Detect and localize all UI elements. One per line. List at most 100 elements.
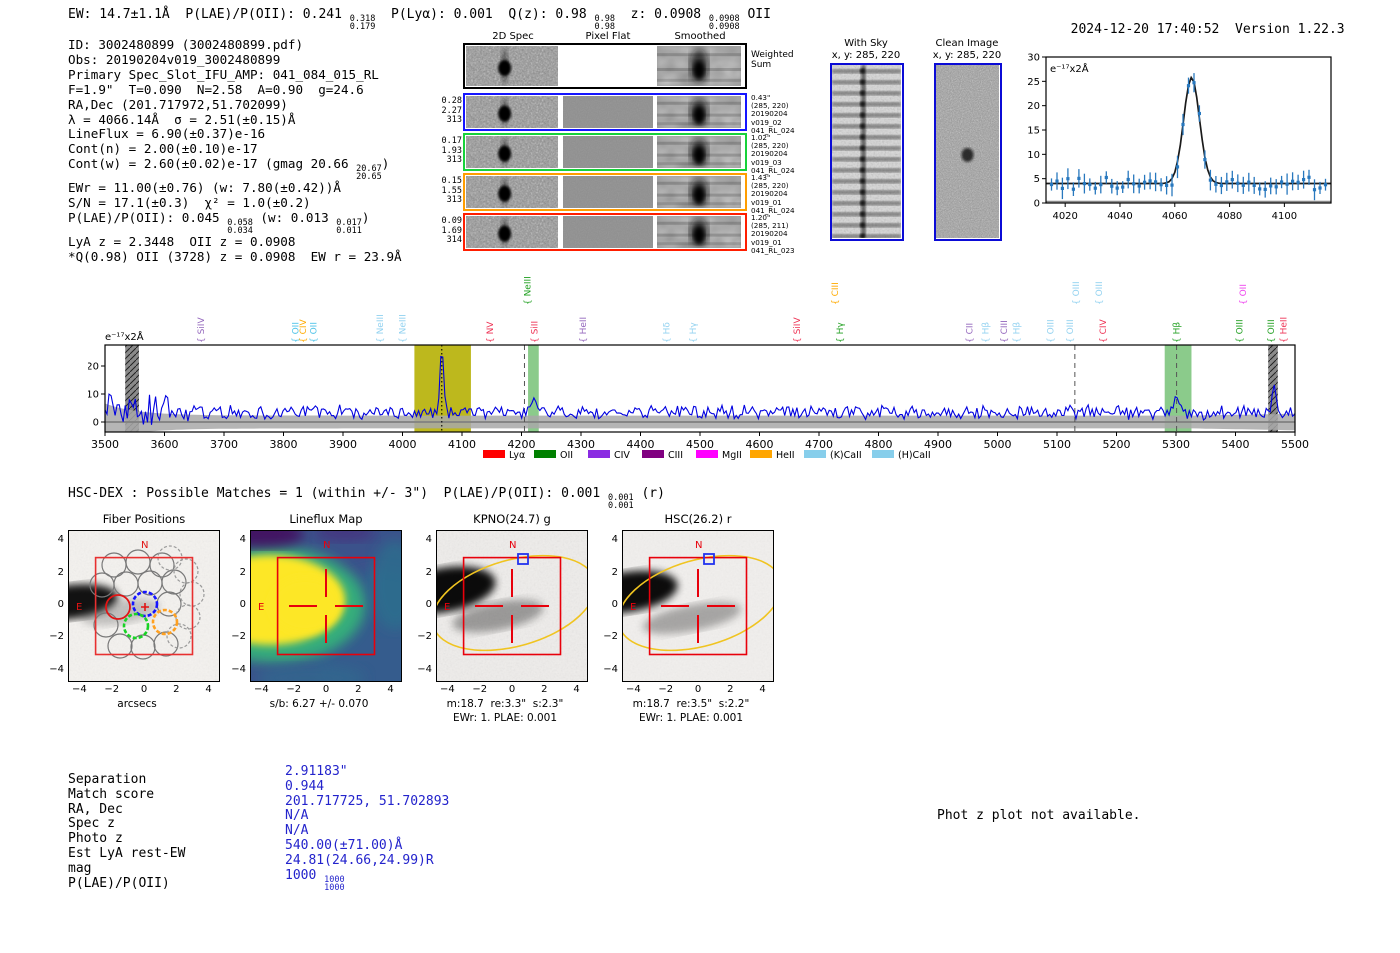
timestamp: 2024-12-20 17:40:52 [1070,22,1220,37]
fit-y-tick: 20 [1027,101,1040,112]
info-line: F=1.9" T=0.090 N=2.58 A=0.90 g=24.6 [68,81,364,97]
line-marker-label: { NeIII [523,276,533,305]
weighted-sum-row [463,43,747,89]
cutout-y-tick: −2 [603,631,618,643]
spectrum-x-tick: 5400 [1222,438,1250,451]
line-marker-label: { OIII [1066,319,1076,343]
spectrum-y-tick: 0 [93,418,99,429]
cutout-x-tick: −2 [286,684,302,695]
line-marker-label: { Hδ [663,322,673,343]
flat-image [563,216,653,248]
cutout-caption: m:18.7 re:3.5" s:2.2" [632,698,750,710]
line-marker-label: { CIV [299,318,309,343]
cutout-y-tick: 4 [57,534,64,546]
legend-swatch [696,450,718,458]
spectrum-x-tick: 4400 [627,438,655,451]
cutout-lineflux-map: Lineflux Map N E −4 −2 0 2 4 −4 −2 0 2 4 s/b: 6.27… [224,508,414,728]
info-line: Cont(n) = 2.00(±0.10)e-17 [68,141,258,157]
spectrum-x-tick: 5200 [1103,438,1131,451]
line-marker-label: { SiIV [793,317,803,343]
cutout-x-tick: 2 [541,684,548,695]
line-marker-label: { OIII [1046,319,1056,343]
sky-panel-title: Clean Image [935,38,999,49]
spec-image [466,46,558,86]
spectrum-unit-label: e⁻¹⁷x2Å [105,330,144,343]
spec2d-row-right-label: 0.43" (285, 220) 20190204 v019_02 041_RL_024 [751,93,795,135]
line-marker-label: { OIII [1267,319,1277,343]
weighted-sum-label: Weighted Sum [751,50,794,70]
fit-y-tick: 0 [1034,199,1040,210]
lineflux-map-image: N E [250,530,402,682]
spectrum-x-tick: 5100 [1043,438,1071,451]
info-line: S/N = 17.1(±0.3) χ² = 1.0(±0.2) [68,195,311,211]
match-table-label: P(LAE)/P(OII) [68,875,170,891]
cutout-title: Fiber Positions [102,512,186,526]
legend-label: CIV [614,450,630,461]
cutout-x-tick: 2 [355,684,362,695]
east-label: E [630,602,636,613]
cutout-x-tick: −2 [472,684,488,695]
match-table-value: 1000 1000 1000 [285,867,345,893]
info-line: LineFlux = 6.90(±0.37)e-16 [68,126,266,142]
cutout-caption2: EWr: 1. PLAE: 0.001 [452,712,558,724]
spec-image [466,176,558,208]
line-marker-label: { SiII [531,321,541,343]
cutout-x-tick: −2 [104,684,120,695]
spectrum-x-tick: 3900 [329,438,357,451]
info-line: λ = 4066.14Å σ = 2.51(±0.15)Å [68,111,296,127]
sky-panel-title: With Sky [844,38,888,49]
match-table-label: Photo z [68,831,123,847]
match-table-value: N/A [285,808,309,824]
smooth-image [657,136,741,168]
fit-x-tick: 4100 [1272,211,1297,222]
spec2d-row-right-label: 1.02" (285, 220) 20190204 v019_03 041_RL_024 [751,133,795,175]
fiber-positions-image: N E [68,530,220,682]
line-marker-label: { OIII [1095,281,1105,305]
spectrum-x-tick: 4700 [805,438,833,451]
cutout-y-tick: −4 [231,663,246,675]
hsc-r-svg: N E [622,530,774,682]
cutout-y-tick: 4 [425,534,432,546]
cutout-y-tick: −4 [603,663,618,675]
match-table-label: Spec z [68,816,115,832]
match-table-labels: Separation Match score RA, Dec Spec z Photo … [68,772,185,891]
white-image [563,46,653,86]
spec2d-row-right-label: 1.20" (285, 211) 20190204 v019_01 041_RL_023 [751,213,795,255]
match-table-label: RA, Dec [68,801,123,817]
flat-image [563,96,653,128]
line-marker-label: { NV [486,321,496,343]
legend-swatch [750,450,772,458]
kpno-g-svg: N E [436,530,588,682]
fit-y-tick: 30 [1027,52,1040,63]
info-line: RA,Dec (201.717972,51.702099) [68,96,288,112]
match-table-value: 24.81(24.66,24.99)R [285,852,434,868]
legend-label: Lyα [509,450,525,461]
spectrum-x-tick: 4600 [746,438,774,451]
spec2d-row [463,93,747,131]
cutout-title: KPNO(24.7) g [473,512,551,526]
match-table-label: Separation [68,772,147,787]
line-fit-svg: e⁻¹⁷x2Å 4020 4040 4060 4080 4100 0 5 10 15 20 25 30 [1027,52,1332,222]
fit-y-tick: 5 [1034,174,1040,185]
hsc-dex-summary: HSC-DEX : Possible Matches = 1 (within +… [68,486,665,511]
full-spectrum-plot: e⁻¹⁷x2Å 3500 3600 3700 3800 3900 4000 4100 4200 4… [86,258,1310,468]
full-spectrum-svg: e⁻¹⁷x2Å3500 3600 3700 3800 3900 4000 4100 4200 4… [86,276,1309,461]
spectrum-line [105,355,1295,425]
spec2d-row-left-label: 0.17 1.93 313 [441,136,462,165]
legend-swatch [642,450,664,458]
elixer-report-page: { "page": {"timestamp": "2024-12-20 17:4… [0,0,1400,953]
fit-x-tick: 4040 [1107,211,1132,222]
info-line: Primary Spec_Slot_IFU_AMP: 041_084_015_R… [68,66,379,82]
east-label: E [444,602,450,613]
version-label: Version 1.22.3 [1235,22,1345,37]
cutout-y-tick: −4 [417,663,432,675]
info-line: P(LAE)/P(OII): 0.045 0.058 0.034 (w: 0.01… [68,210,370,237]
hsc-r-image: N E [622,530,774,682]
smooth-image [657,46,741,86]
line-marker-label: { CIV [1099,318,1109,343]
spectrum-x-tick: 5300 [1162,438,1190,451]
spec2d-col-header: 2D Spec [492,31,534,42]
spectrum-x-tick: 4100 [448,438,476,451]
spec-image [466,96,558,128]
cutout-caption: m:18.7 re:3.3" s:2.3" [446,698,564,710]
